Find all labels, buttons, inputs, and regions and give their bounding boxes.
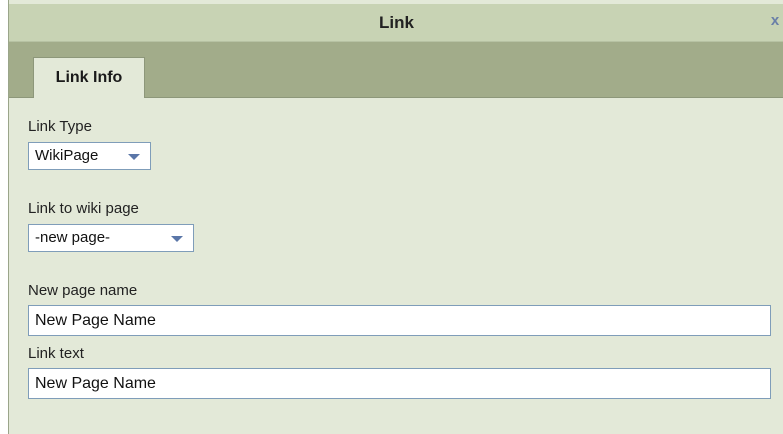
link-type-label: Link Type xyxy=(28,118,92,135)
chevron-down-icon xyxy=(171,236,183,242)
dialog-title: Link xyxy=(379,13,414,32)
link-to-wiki-page-label: Link to wiki page xyxy=(28,200,139,217)
link-dialog: Link x Link Info Link Type WikiPage Link… xyxy=(8,0,783,434)
wiki-page-value: -new page- xyxy=(35,229,111,246)
link-type-select[interactable]: WikiPage xyxy=(28,142,151,170)
link-text-input[interactable] xyxy=(28,368,771,399)
dialog-titlebar[interactable]: Link x xyxy=(9,4,783,42)
chevron-down-icon xyxy=(128,154,140,160)
tab-bar: Link Info xyxy=(9,42,783,98)
tab-link-info[interactable]: Link Info xyxy=(33,57,145,98)
tab-label: Link Info xyxy=(55,69,123,86)
link-type-value: WikiPage xyxy=(35,147,99,164)
wiki-page-select[interactable]: -new page- xyxy=(28,224,194,252)
new-page-name-input[interactable] xyxy=(28,305,771,336)
link-text-label: Link text xyxy=(28,345,84,362)
new-page-name-label: New page name xyxy=(28,282,138,299)
close-icon[interactable]: x xyxy=(768,13,782,29)
